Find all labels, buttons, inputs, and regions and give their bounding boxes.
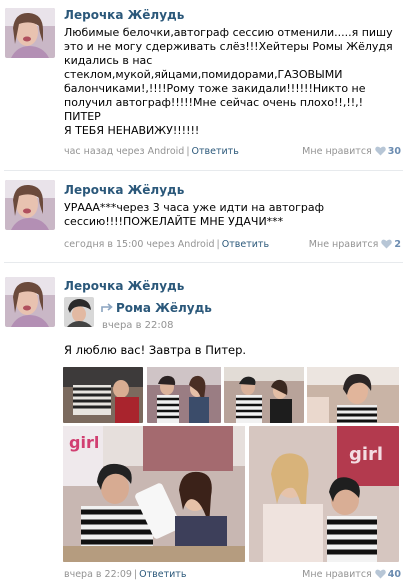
attached-photo-2[interactable] <box>147 367 221 423</box>
attached-photo-1[interactable] <box>63 367 143 423</box>
like-button[interactable]: Мне нравится 30 <box>302 145 401 159</box>
meta-divider: | <box>216 239 220 250</box>
svg-text:girl: girl <box>69 433 99 452</box>
post-meta: вчера в 22:09 | Ответить Мне нравится 40 <box>64 568 401 580</box>
like-label: Мне нравится <box>308 239 379 250</box>
svg-text:girl: girl <box>349 444 383 465</box>
post-meta: час назад через Android | Ответить Мне нра… <box>64 145 401 159</box>
reply-link[interactable]: Ответить <box>192 146 239 157</box>
post-meta: сегодня в 15:00 через Android | Ответить М… <box>64 238 401 252</box>
heart-icon <box>375 146 386 156</box>
like-label: Мне нравится <box>302 146 372 157</box>
post-time[interactable]: час назад через Android <box>64 146 184 157</box>
post-text: Любимые белочки,автограф сессию отменили… <box>64 26 393 137</box>
reply-link[interactable]: Ответить <box>222 239 269 250</box>
repost-time[interactable]: вчера в 22:08 <box>102 320 174 332</box>
repost-author-avatar[interactable] <box>64 297 94 327</box>
like-button[interactable]: Мне нравится 40 <box>302 568 401 580</box>
author-avatar[interactable] <box>5 277 55 327</box>
attached-photo-5[interactable]: girl <box>63 426 245 562</box>
post-text: УРААА***через 3 часа уже идти на автогра… <box>64 201 324 228</box>
post-divider <box>4 170 403 171</box>
post-divider <box>4 262 403 263</box>
like-count: 30 <box>387 146 401 157</box>
attached-photo-6[interactable]: girl <box>249 426 399 562</box>
repost-author-name[interactable]: Рома Жёлудь <box>116 301 212 315</box>
wall-post-1: Лерочка Жёлудь Любимые белочки,автограф … <box>0 0 407 172</box>
repost-arrow-icon <box>101 303 113 312</box>
post-time[interactable]: вчера в 22:09 <box>64 569 132 580</box>
author-name[interactable]: Лерочка Жёлудь <box>64 279 184 293</box>
heart-icon <box>381 239 393 249</box>
meta-divider: | <box>186 146 190 157</box>
attached-photo-3[interactable] <box>224 367 304 423</box>
like-button[interactable]: Мне нравится 2 <box>309 238 401 252</box>
attached-photo-4[interactable] <box>307 367 399 423</box>
author-name[interactable]: Лерочка Жёлудь <box>64 183 184 197</box>
heart-icon <box>375 569 386 579</box>
like-count: 40 <box>387 569 401 580</box>
repost-text: Я люблю вас! Завтра в Питер. <box>64 343 247 357</box>
meta-divider: | <box>133 569 138 580</box>
author-avatar[interactable] <box>5 180 55 230</box>
like-count: 2 <box>394 239 401 250</box>
reply-link[interactable]: Ответить <box>139 569 186 580</box>
post-time[interactable]: сегодня в 15:00 через Android <box>64 239 215 250</box>
author-name[interactable]: Лерочка Жёлудь <box>64 8 184 22</box>
like-label: Мне нравится <box>302 569 372 580</box>
author-avatar[interactable] <box>5 8 55 58</box>
wall-post-2: Лерочка Жёлудь УРААА***через 3 часа уже … <box>0 172 407 260</box>
